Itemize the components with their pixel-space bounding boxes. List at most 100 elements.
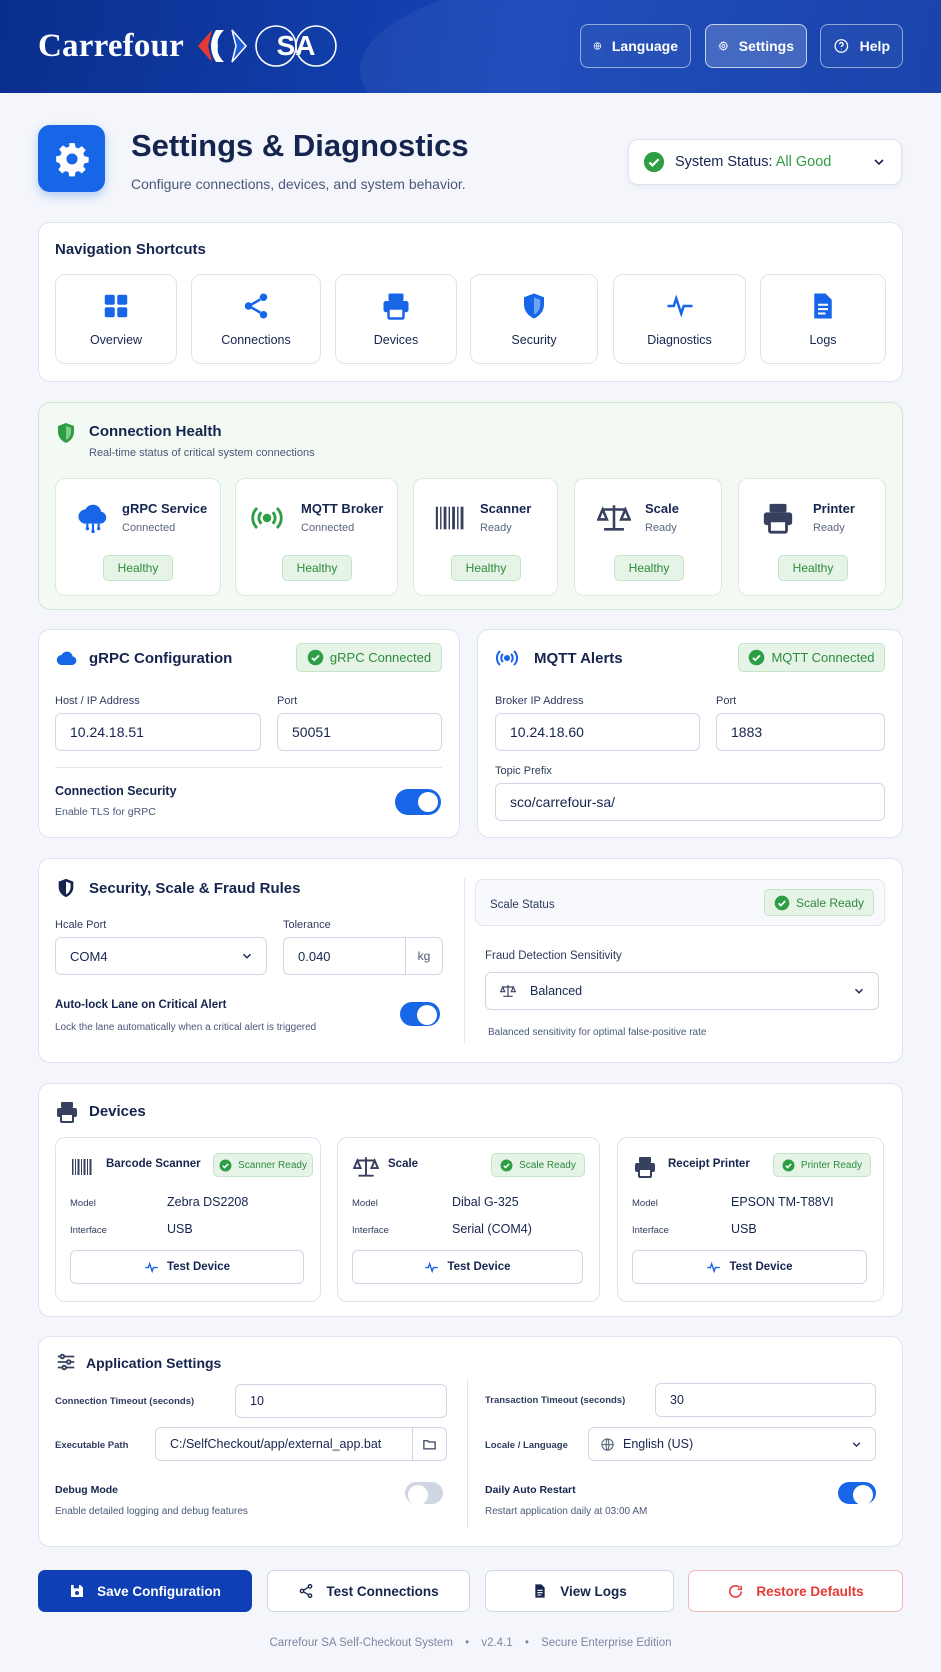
brand-wordmark: Carrefour xyxy=(38,27,184,64)
test-device-button[interactable]: Test Device xyxy=(352,1250,583,1284)
shortcut-overview[interactable]: Overview xyxy=(55,274,177,364)
help-button[interactable]: Help xyxy=(820,24,903,68)
shield-icon xyxy=(524,293,544,319)
connection-health-subtitle: Real-time status of critical system conn… xyxy=(89,447,315,459)
shortcut-security[interactable]: Security xyxy=(470,274,598,364)
device-interface-key: Interface xyxy=(70,1225,107,1236)
test-device-button[interactable]: Test Device xyxy=(632,1250,867,1284)
view-logs-button[interactable]: View Logs xyxy=(485,1570,674,1612)
exe-path-value: C:/SelfCheckout/app/external_app.bat xyxy=(170,1437,382,1451)
exe-path-input[interactable]: C:/SelfCheckout/app/external_app.bat xyxy=(155,1427,447,1461)
gear-icon xyxy=(718,41,729,51)
mqtt-topic-input[interactable]: sco/carrefour-sa/ xyxy=(495,783,885,821)
grpc-status-badge: gRPC Connected xyxy=(296,643,442,672)
health-item-name: Scanner xyxy=(480,501,532,516)
mqtt-port-input[interactable]: 1883 xyxy=(716,713,885,751)
tx-timeout-input[interactable]: 30 xyxy=(655,1383,876,1417)
device-model-key: Model xyxy=(632,1198,658,1209)
health-item-name: gRPC Service xyxy=(122,501,208,516)
restore-defaults-button[interactable]: Restore Defaults xyxy=(688,1570,903,1612)
scale-icon xyxy=(353,1157,379,1177)
footer-separator: • xyxy=(524,1637,529,1649)
app-settings-title: Application Settings xyxy=(86,1355,222,1371)
device-interface-value: Serial (COM4) xyxy=(452,1222,532,1236)
chevron-down-icon xyxy=(855,988,863,994)
conn-timeout-label: Connection Timeout (seconds) xyxy=(55,1396,195,1407)
debug-mode-desc: Enable detailed logging and debug featur… xyxy=(55,1506,248,1517)
footer-edition: Secure Enterprise Edition xyxy=(541,1637,672,1649)
shortcut-label: Overview xyxy=(89,333,143,347)
health-badge: Healthy xyxy=(614,555,684,581)
shortcut-devices[interactable]: Devices xyxy=(335,274,457,364)
restore-defaults-label: Restore Defaults xyxy=(756,1583,864,1599)
page-subtitle: Configure connections, devices, and syst… xyxy=(131,176,466,192)
device-model-value: EPSON TM-T88VI xyxy=(731,1195,834,1209)
device-model-key: Model xyxy=(352,1198,378,1209)
locale-select[interactable]: English (US) xyxy=(588,1427,876,1461)
page-footer: Carrefour SA Self-Checkout System • v2.4… xyxy=(0,1637,941,1649)
scale-status-label: Scale Status xyxy=(490,899,555,911)
document-icon xyxy=(814,293,832,319)
settings-button-label: Settings xyxy=(738,38,794,54)
system-status-label: System Status: All Good xyxy=(675,154,832,170)
globe-icon xyxy=(601,1437,614,1451)
test-device-label: Test Device xyxy=(447,1261,511,1273)
test-connections-button[interactable]: Test Connections xyxy=(267,1570,470,1612)
conn-timeout-input[interactable]: 10 xyxy=(235,1384,447,1418)
device-interface-value: USB xyxy=(167,1222,193,1236)
browse-folder-button[interactable] xyxy=(412,1428,446,1460)
mqtt-broker-input[interactable]: 10.24.18.60 xyxy=(495,713,700,751)
printer-icon xyxy=(383,293,409,320)
debug-mode-toggle[interactable] xyxy=(405,1482,443,1505)
test-device-label: Test Device xyxy=(166,1261,231,1273)
grpc-host-input[interactable]: 10.24.18.51 xyxy=(55,713,261,751)
pulse-icon xyxy=(667,294,692,318)
auto-restart-toggle[interactable] xyxy=(838,1482,876,1505)
help-button-label: Help xyxy=(859,38,890,54)
fraud-sensitivity-select[interactable]: Balanced xyxy=(485,972,879,1010)
grid-icon xyxy=(104,294,128,318)
divider xyxy=(55,767,442,768)
shortcut-logs[interactable]: Logs xyxy=(760,274,886,364)
device-model-key: Model xyxy=(70,1198,96,1209)
pulse-icon xyxy=(425,1261,439,1273)
scale-port-select[interactable]: COM4 xyxy=(55,937,267,975)
scale-status-text: Scale Ready xyxy=(795,895,865,910)
tolerance-input[interactable]: 0.040 kg xyxy=(283,937,443,975)
mqtt-status-badge: MQTT Connected xyxy=(738,643,885,672)
view-logs-label: View Logs xyxy=(560,1583,627,1599)
shortcut-connections[interactable]: Connections xyxy=(191,274,321,364)
grpc-port-input[interactable]: 50051 xyxy=(277,713,442,751)
shortcut-label: Logs xyxy=(809,333,837,347)
device-status-badge: Scanner Ready xyxy=(213,1153,313,1177)
test-device-button[interactable]: Test Device xyxy=(70,1250,304,1284)
settings-button[interactable]: Settings xyxy=(705,24,807,68)
language-button[interactable]: Language xyxy=(580,24,691,68)
health-item-state: Ready xyxy=(813,522,845,534)
health-item-state: Ready xyxy=(645,522,677,534)
shortcut-label: Devices xyxy=(373,333,419,347)
footer-version: v2.4.1 xyxy=(481,1637,513,1649)
grpc-title: gRPC Configuration xyxy=(89,650,233,667)
shortcut-diagnostics[interactable]: Diagnostics xyxy=(613,274,746,364)
sliders-icon xyxy=(57,1353,75,1371)
printer-icon xyxy=(763,503,793,534)
grpc-security-desc: Enable TLS for gRPC xyxy=(55,806,156,818)
health-item-state: Connected xyxy=(122,522,176,534)
footer-separator: • xyxy=(465,1637,470,1649)
chevron-down-icon xyxy=(243,953,251,959)
grpc-tls-toggle[interactable] xyxy=(395,789,441,815)
device-model-value: Dibal G-325 xyxy=(452,1195,519,1209)
system-status-dropdown[interactable]: System Status: All Good xyxy=(628,139,902,185)
barcode-icon xyxy=(435,506,464,530)
device-status-text: Printer Ready xyxy=(800,1159,863,1171)
save-configuration-button[interactable]: Save Configuration xyxy=(38,1570,252,1612)
page-title-icon xyxy=(38,125,105,192)
page-title: Settings & Diagnostics xyxy=(131,128,469,163)
autolock-toggle[interactable] xyxy=(400,1002,440,1026)
device-status-badge: Scale Ready xyxy=(491,1153,585,1177)
svg-text:SA: SA xyxy=(277,30,316,61)
cloud-icon xyxy=(78,504,107,534)
printer-icon xyxy=(57,1102,77,1123)
locale-label: Locale / Language xyxy=(485,1440,568,1451)
